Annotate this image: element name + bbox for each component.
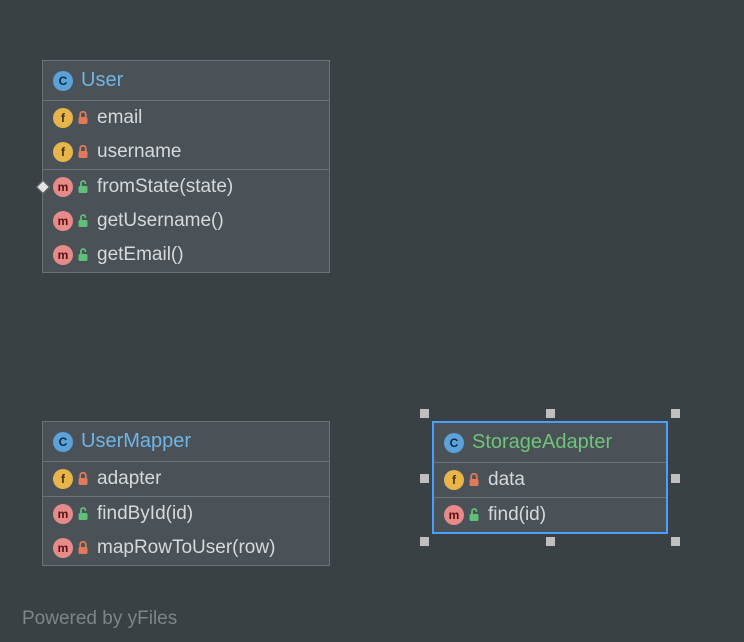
method-name: getEmail() [97, 244, 184, 266]
class-box-storageadapter[interactable]: C StorageAdapter f data m find(id) [432, 421, 668, 534]
method-icon: m [53, 504, 73, 524]
method-row[interactable]: m getEmail() [43, 238, 329, 272]
method-icon: m [53, 245, 73, 265]
class-icon: C [444, 433, 464, 453]
public-icon [77, 214, 89, 228]
class-box-usermapper[interactable]: C UserMapper f adapter m findById(id) m mapRowT… [42, 421, 330, 566]
class-header[interactable]: C User [43, 61, 329, 101]
public-icon [77, 248, 89, 262]
method-icon: m [53, 177, 73, 197]
field-row[interactable]: f email [43, 101, 329, 135]
field-name: username [97, 141, 182, 163]
selection-handle[interactable] [546, 409, 555, 418]
method-name: find(id) [488, 504, 546, 526]
method-name: mapRowToUser(row) [97, 537, 275, 559]
selection-handle[interactable] [671, 474, 680, 483]
field-row[interactable]: f adapter [43, 462, 329, 496]
method-icon: m [444, 505, 464, 525]
private-icon [77, 145, 89, 159]
public-icon [77, 507, 89, 521]
watermark: Powered by yFiles [22, 608, 177, 630]
field-name: adapter [97, 468, 161, 490]
class-name: User [81, 69, 123, 92]
class-name: StorageAdapter [472, 431, 612, 454]
class-header[interactable]: C StorageAdapter [434, 423, 666, 463]
class-box-user[interactable]: CUserfemailfusernamemfromState(state)mge… [42, 60, 330, 273]
field-icon: f [53, 142, 73, 162]
selection-handle[interactable] [671, 537, 680, 546]
method-icon: m [53, 538, 73, 558]
selection-handle[interactable] [420, 409, 429, 418]
method-name: findById(id) [97, 503, 193, 525]
field-icon: f [444, 470, 464, 490]
public-icon [468, 508, 480, 522]
method-row[interactable]: m getUsername() [43, 204, 329, 238]
private-icon [77, 541, 89, 555]
class-header[interactable]: C UserMapper [43, 422, 329, 462]
method-row[interactable]: m find(id) [434, 497, 666, 532]
method-icon: m [53, 211, 73, 231]
method-name: getUsername() [97, 210, 224, 232]
method-row[interactable]: m findById(id) [43, 496, 329, 531]
selection-handle[interactable] [546, 537, 555, 546]
field-icon: f [53, 469, 73, 489]
selection-handle[interactable] [420, 474, 429, 483]
private-icon [77, 472, 89, 486]
field-name: email [97, 107, 142, 129]
class-name: UserMapper [81, 430, 191, 453]
private-icon [77, 111, 89, 125]
class-icon: C [53, 432, 73, 452]
public-icon [77, 180, 89, 194]
field-icon: f [53, 108, 73, 128]
method-name: fromState(state) [97, 176, 233, 198]
static-marker-icon [36, 180, 50, 194]
method-row[interactable]: m mapRowToUser(row) [43, 531, 329, 565]
field-row[interactable]: f data [434, 463, 666, 497]
field-row[interactable]: f username [43, 135, 329, 169]
selection-handle[interactable] [420, 537, 429, 546]
selection-handle[interactable] [671, 409, 680, 418]
private-icon [468, 473, 480, 487]
method-row[interactable]: m fromState(state) [43, 169, 329, 204]
field-name: data [488, 469, 525, 491]
class-icon: C [53, 71, 73, 91]
